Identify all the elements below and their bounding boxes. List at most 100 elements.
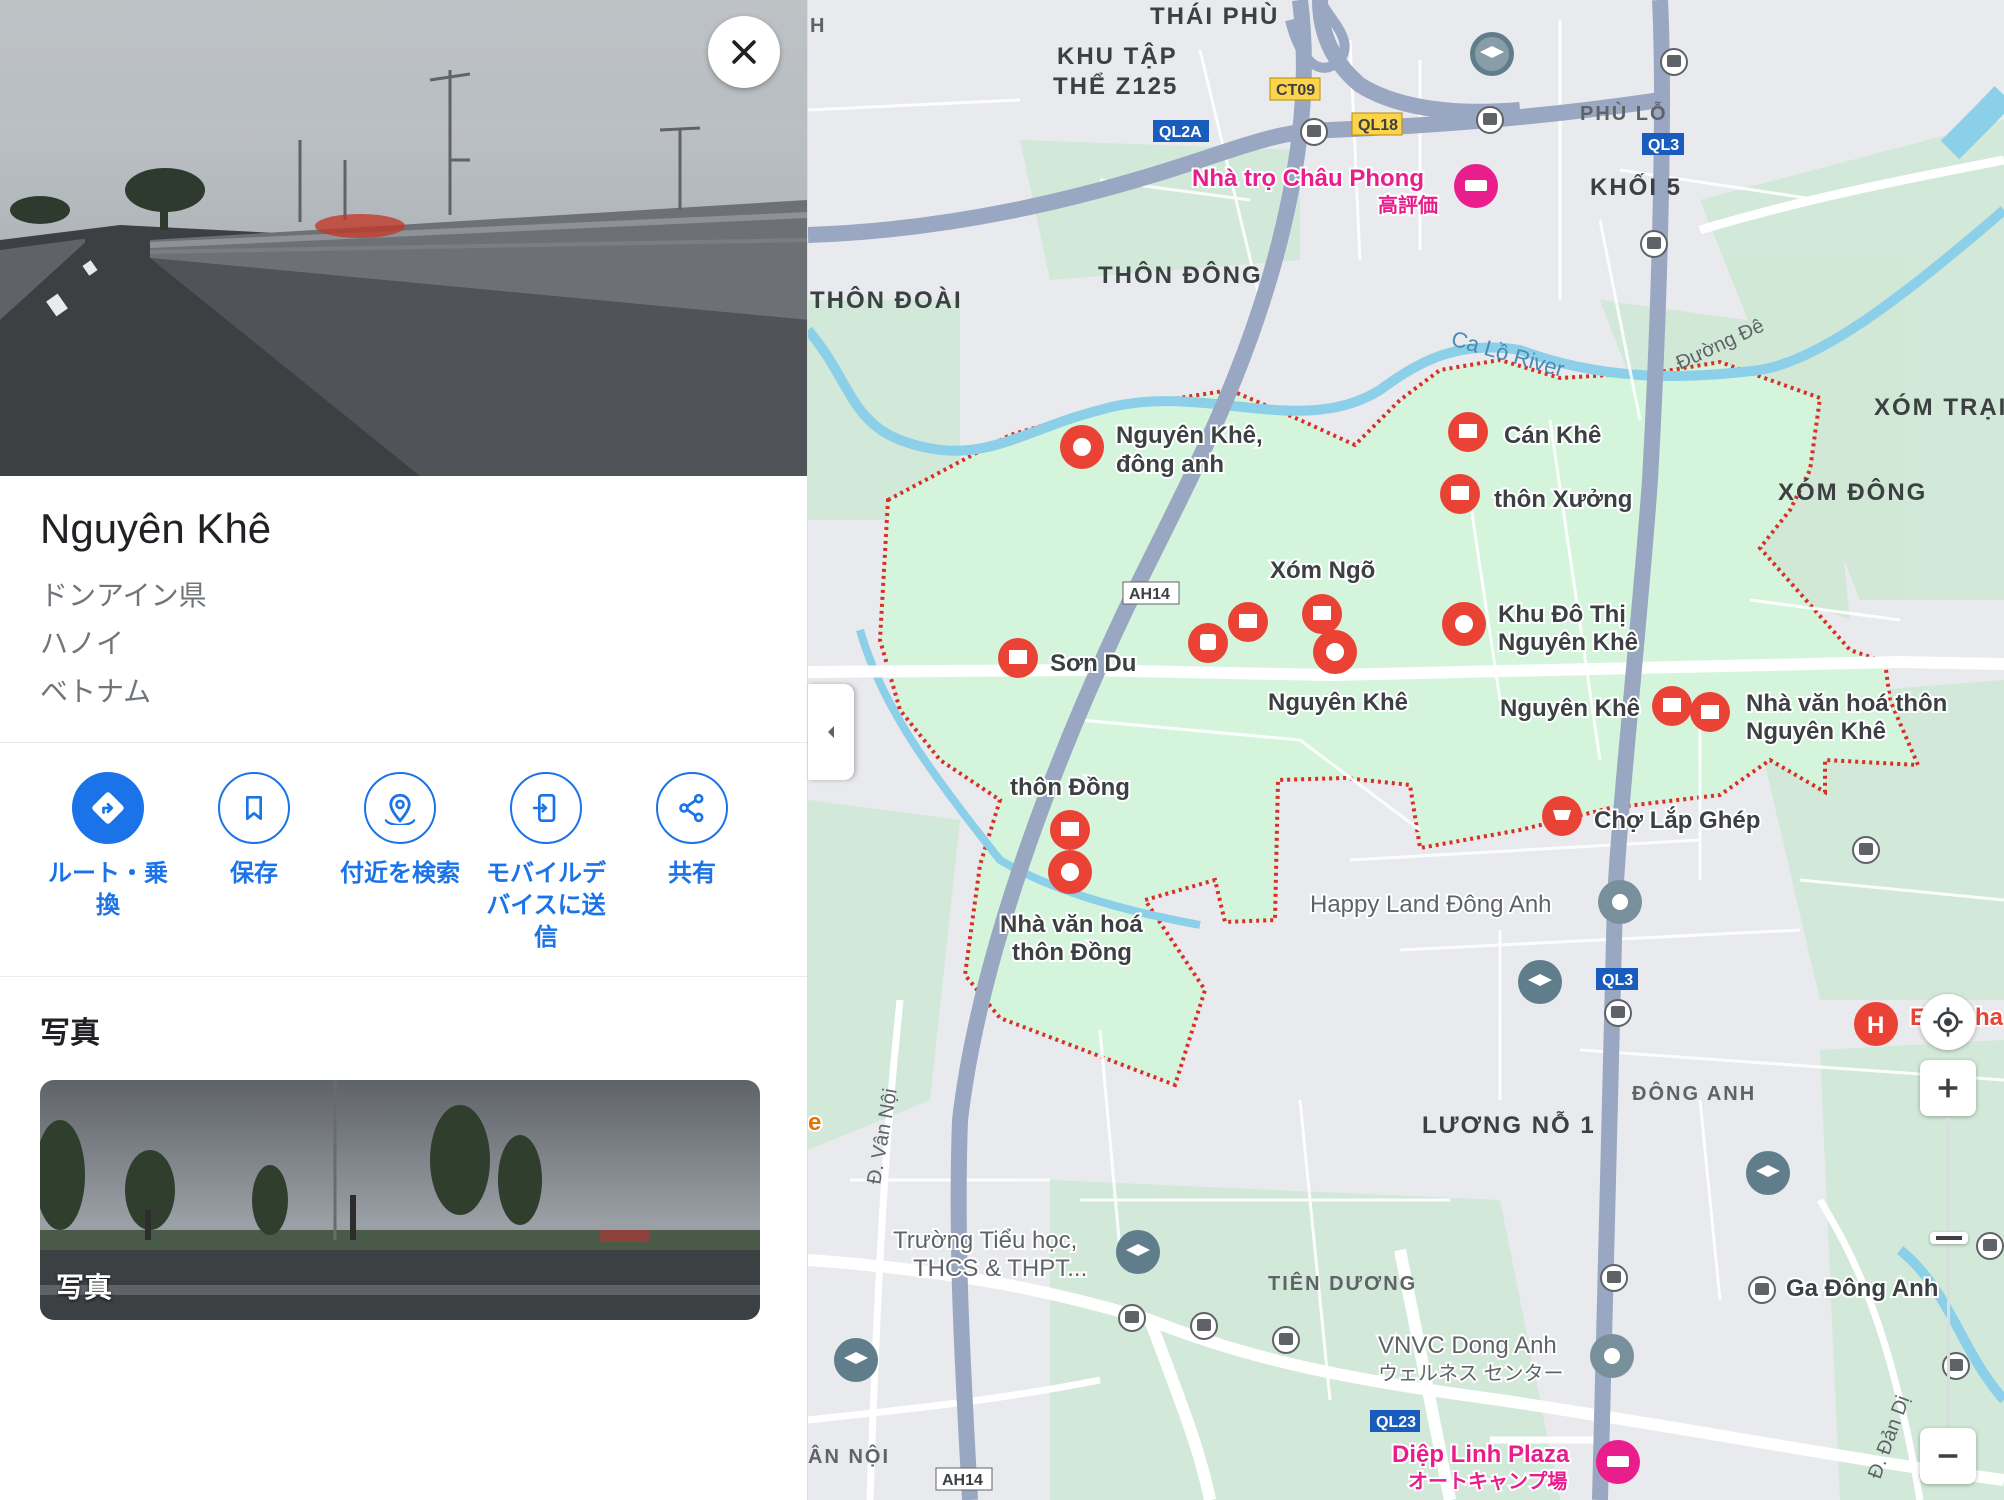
close-button[interactable] — [708, 16, 780, 88]
place-panel: Nguyên Khê ドンアイン県 ハノイ ベトナム ルート・乗 換 保存 付近… — [0, 0, 808, 1500]
divider — [0, 976, 807, 977]
bus-stop-icon — [1300, 118, 1328, 146]
shield-ah14-bottom: AH14 — [942, 1472, 983, 1489]
camping-pin — [1596, 1440, 1640, 1484]
save-label: 保存 — [230, 860, 278, 887]
label-vnvc-2: ウェルネス センター — [1378, 1362, 1564, 1385]
zoom-in-button[interactable] — [1920, 1060, 1976, 1116]
shield-ql3-bottom: QL3 — [1602, 972, 1633, 989]
hotel-pin — [1454, 164, 1498, 208]
label-can-khe: Cán Khê — [1504, 422, 1601, 449]
bus-stop-icon — [1476, 106, 1504, 134]
minus-icon — [1938, 1454, 1958, 1458]
label-nha-tro: Nhà trọ Châu Phong — [1192, 165, 1424, 192]
hero-photo[interactable] — [0, 0, 807, 476]
school-icon — [1746, 1151, 1790, 1195]
save-button[interactable]: 保存 — [184, 772, 324, 890]
son-du-pin — [998, 638, 1038, 678]
share-button[interactable]: 共有 — [622, 772, 762, 890]
area-label-phu-lo: PHÙ LỖ — [1580, 101, 1668, 125]
area-label-luong-no: LƯƠNG NỖ 1 — [1422, 1110, 1596, 1139]
zoom-slider-track[interactable] — [1947, 1118, 1950, 1438]
can-khe-pin — [1448, 412, 1488, 452]
label-nguyen-khe-right: Nguyên Khê — [1500, 695, 1640, 722]
label-son-du: Sơn Du — [1050, 650, 1136, 677]
shield-ql2a: QL2A — [1159, 124, 1202, 141]
label-nha-tro-sub: 高評価 — [1378, 193, 1438, 217]
nguyen-khe-center-pin — [1313, 630, 1357, 674]
label-nguyen-khe-dong-anh-1: Nguyên Khê, — [1116, 422, 1263, 449]
road-photo-image — [0, 0, 807, 476]
thon-dong-pin — [1050, 810, 1090, 850]
label-khu-do-thi-2: Nguyên Khê — [1498, 629, 1638, 656]
landscape-photo-image — [40, 1080, 760, 1320]
area-label-khoi5: KHỐI 5 — [1590, 173, 1682, 201]
area-label-an-noi: ÂN NỘI — [808, 1444, 890, 1468]
school-icon — [1518, 960, 1562, 1004]
photo-thumbnail[interactable]: 写真 — [40, 1080, 760, 1320]
cho-lap-ghep-pin — [1542, 796, 1582, 836]
zoom-out-button[interactable] — [1920, 1428, 1976, 1484]
bus-stop-icon — [1852, 836, 1880, 864]
nvh-thon-dong-pin — [1048, 850, 1092, 894]
bus-stop-icon — [1976, 1232, 2004, 1260]
send-to-device-icon — [532, 794, 556, 822]
collapse-panel-button[interactable] — [808, 684, 854, 780]
label-diep-linh-1: Diệp Linh Plaza — [1392, 1441, 1570, 1468]
label-thon-xuong: thôn Xưởng — [1494, 486, 1632, 513]
area-label-dong-anh: ĐÔNG ANH — [1632, 1081, 1756, 1105]
area-label-xom-dong: XÓM ĐÔNG — [1778, 478, 1927, 506]
bus-stop-icon — [1640, 230, 1668, 258]
bus-stop-icon — [1272, 1326, 1300, 1354]
label-edge-e2: e — [808, 1109, 821, 1136]
happy-land-pin — [1598, 880, 1642, 924]
label-nha-van-hoa-1: Nhà văn hoá thôn — [1746, 690, 1947, 717]
label-truong-2: THCS & THPT... — [913, 1255, 1087, 1282]
directions-icon — [92, 792, 124, 824]
shield-ah14: AH14 — [1129, 586, 1170, 603]
nguyen-khe-right-pin — [1652, 686, 1692, 726]
nearby-search-icon — [384, 793, 416, 825]
send-label-2: バイスに送 — [486, 892, 606, 919]
area-label-khu-tap-1: KHU TẬP — [1057, 42, 1178, 70]
xom-ngo-pin — [1302, 594, 1342, 634]
map-canvas[interactable]: THÁI PHÙ KHU TẬP THỂ Z125 PHÙ LỖ KHỐI 5 … — [808, 0, 2004, 1500]
close-icon — [732, 40, 756, 64]
directions-label: ルート・乗 — [48, 860, 168, 887]
photo-card-label: 写真 — [56, 1272, 113, 1303]
school-icon — [1470, 32, 1514, 76]
address-country: ベトナム — [40, 676, 152, 707]
directions-button[interactable]: ルート・乗 換 — [38, 772, 178, 922]
plus-icon — [1938, 1078, 1958, 1098]
temple-pin — [1690, 692, 1730, 732]
search-nearby-button[interactable]: 付近を検索 — [330, 772, 470, 890]
zoom-slider-handle[interactable] — [1930, 1232, 1968, 1244]
label-nvh-thon-dong-1: Nhà văn hoá — [1000, 911, 1143, 938]
my-location-icon — [1933, 1007, 1963, 1037]
label-nguyen-khe-center: Nguyên Khê — [1268, 689, 1408, 716]
label-thon-dong: thôn Đồng — [1010, 774, 1130, 801]
label-happy-land: Happy Land Đông Anh — [1310, 891, 1552, 918]
minus-icon — [1936, 1236, 1962, 1240]
nguyen-khe-dong-anh-pin — [1060, 425, 1104, 469]
school-icon — [1116, 1230, 1160, 1274]
address-city: ハノイ — [40, 628, 125, 659]
label-diep-linh-2: オートキャンプ場 — [1408, 1470, 1567, 1493]
label-nvh-thon-dong-2: thôn Đồng — [1012, 939, 1132, 966]
label-xom-ngo: Xóm Ngõ — [1270, 557, 1375, 584]
area-label-khu-tap-2: THỂ Z125 — [1053, 72, 1178, 100]
label-edge-ha: ha — [1975, 1004, 2004, 1031]
bookmark-icon — [246, 796, 262, 820]
shield-ql18: QL18 — [1358, 117, 1398, 134]
khu-do-thi-pin — [1442, 602, 1486, 646]
send-to-phone-button[interactable]: モバイルデ バイスに送 信 — [476, 772, 616, 954]
send-label-3: 信 — [534, 924, 558, 951]
bus-stop-icon — [1600, 1264, 1628, 1292]
label-nha-van-hoa-2: Nguyên Khê — [1746, 718, 1886, 745]
thon-xuong-pin — [1440, 474, 1480, 514]
label-truong-1: Trường Tiểu học, — [893, 1227, 1077, 1254]
directions-label-2: 換 — [96, 892, 120, 919]
my-location-button[interactable] — [1920, 994, 1976, 1050]
shield-ct09: CT09 — [1276, 82, 1315, 99]
map-svg: THÁI PHÙ KHU TẬP THỂ Z125 PHÙ LỖ KHỐI 5 … — [808, 0, 2004, 1500]
